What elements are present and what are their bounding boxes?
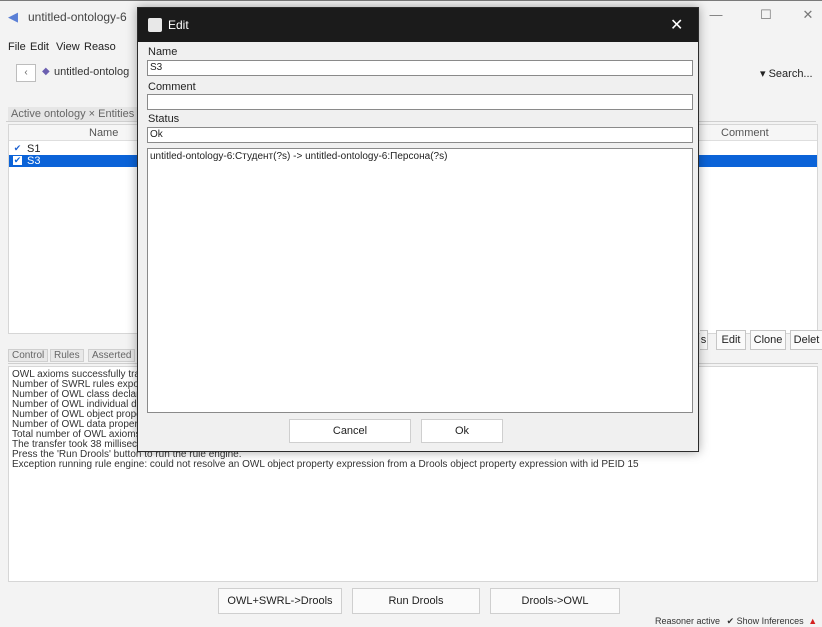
menu-edit[interactable]: Edit bbox=[30, 41, 49, 53]
rule-name: S1 bbox=[27, 143, 41, 155]
comment-label: Comment bbox=[148, 81, 196, 93]
show-inferences-label: Show Inferences bbox=[736, 616, 804, 626]
tab-active-ontology[interactable]: Active ontology × Entities bbox=[8, 107, 138, 121]
console-line: Exception running rule engine: could not… bbox=[12, 459, 639, 470]
menu-file[interactable]: File bbox=[8, 41, 26, 53]
comment-field[interactable] bbox=[147, 94, 693, 110]
back-button[interactable]: ‹ bbox=[16, 64, 36, 82]
rule-name: S3 bbox=[27, 155, 41, 167]
maximize-button[interactable]: ☐ bbox=[754, 7, 778, 27]
column-header-name[interactable]: Name bbox=[89, 127, 118, 139]
close-dialog-button[interactable]: ✕ bbox=[670, 15, 683, 35]
window-title: untitled-ontology-6 bbox=[28, 10, 127, 24]
tab-rules[interactable]: Rules bbox=[50, 349, 84, 362]
menu-reasoner[interactable]: Reaso bbox=[84, 41, 116, 53]
delete-rule-button[interactable]: Delet bbox=[790, 330, 822, 350]
name-label: Name bbox=[148, 46, 178, 58]
rule-text-editor[interactable]: untitled-ontology-6:Студент(?s) -> untit… bbox=[147, 148, 693, 413]
status-field[interactable]: Ok bbox=[147, 127, 693, 143]
warning-icon: ▲ bbox=[808, 616, 818, 626]
show-inferences-checkbox[interactable]: ✔ bbox=[727, 616, 735, 626]
edit-dialog: Edit ✕ Name S3 Comment Status Ok untitle… bbox=[137, 7, 699, 452]
cancel-button[interactable]: Cancel bbox=[289, 419, 411, 443]
run-drools-button[interactable]: Run Drools bbox=[352, 588, 480, 614]
tab-asserted[interactable]: Asserted bbox=[88, 349, 136, 362]
ok-button[interactable]: Ok bbox=[421, 419, 503, 443]
owl-swrl-to-drools-button[interactable]: OWL+SWRL->Drools bbox=[218, 588, 342, 614]
dialog-app-icon bbox=[148, 18, 162, 32]
column-header-comment[interactable]: Comment bbox=[721, 127, 769, 139]
app-logo-icon: ◀ bbox=[8, 9, 18, 24]
bottom-toolbar: OWL+SWRL->Drools Run Drools Drools->OWL … bbox=[0, 582, 822, 626]
ontology-diamond-icon: ◆ bbox=[42, 66, 50, 77]
rule-enabled-checkbox[interactable]: ✔ bbox=[13, 156, 22, 165]
menu-view[interactable]: View bbox=[56, 41, 80, 53]
clone-rule-button[interactable]: Clone bbox=[750, 330, 786, 350]
reasoner-status: Reasoner active bbox=[655, 616, 721, 626]
ontology-selector[interactable]: untitled-ontolog bbox=[54, 66, 129, 78]
rule-enabled-checkbox[interactable]: ✔ bbox=[13, 144, 22, 153]
search-button[interactable]: ▾ Search... bbox=[760, 67, 813, 80]
close-window-button[interactable]: ✕ bbox=[796, 7, 820, 27]
dialog-title: Edit bbox=[168, 18, 189, 32]
status-label: Status bbox=[148, 113, 180, 125]
minimize-button[interactable]: — bbox=[704, 7, 728, 27]
tab-control[interactable]: Control bbox=[8, 349, 49, 362]
drools-to-owl-button[interactable]: Drools->OWL bbox=[490, 588, 620, 614]
name-field[interactable]: S3 bbox=[147, 60, 693, 76]
dialog-titlebar: Edit ✕ bbox=[138, 8, 698, 42]
edit-rule-button[interactable]: Edit bbox=[716, 330, 746, 350]
